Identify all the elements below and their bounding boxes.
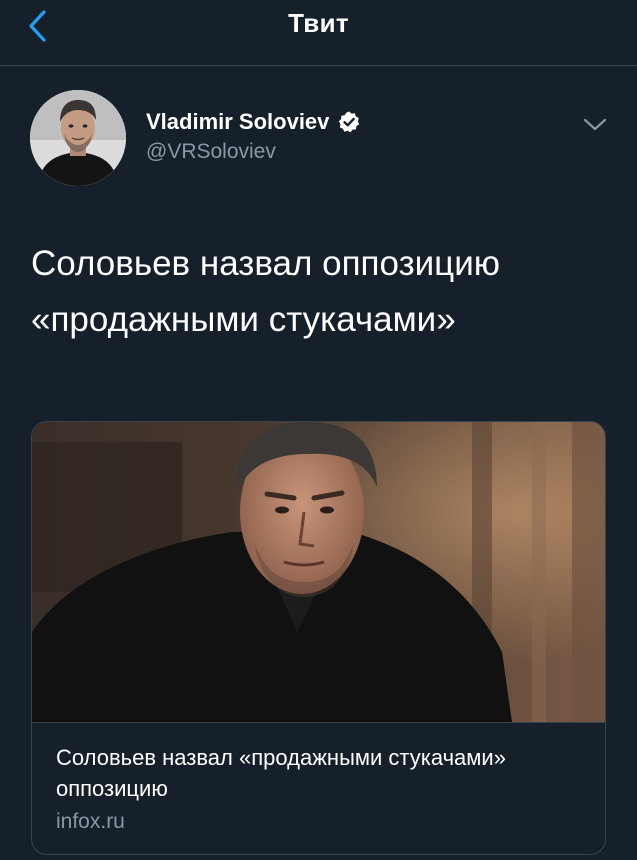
- author-handle[interactable]: @VRSoloviev: [146, 140, 276, 164]
- link-preview-image: [32, 422, 605, 723]
- more-options-button[interactable]: [578, 108, 612, 142]
- avatar[interactable]: [30, 90, 126, 186]
- author-name-row: Vladimir Soloviev: [146, 107, 361, 137]
- link-preview-domain: infox.ru: [56, 810, 125, 833]
- link-preview-card[interactable]: Соловьев назвал «продажными стукачами» о…: [31, 421, 606, 855]
- tweet-screen: Твит Vladimir Soloviev @VRSoloviev Солов…: [0, 0, 637, 860]
- tweet-text: Соловьев назвал оппозицию «продажными ст…: [31, 244, 501, 339]
- page-title: Твит: [288, 8, 349, 38]
- verified-badge-icon: [337, 110, 361, 134]
- top-bar: Твит: [0, 0, 637, 66]
- chevron-down-icon: [583, 118, 607, 131]
- author-name[interactable]: Vladimir Soloviev: [146, 109, 329, 135]
- link-preview-title: Соловьев назвал «продажными стукачами» о…: [56, 745, 506, 801]
